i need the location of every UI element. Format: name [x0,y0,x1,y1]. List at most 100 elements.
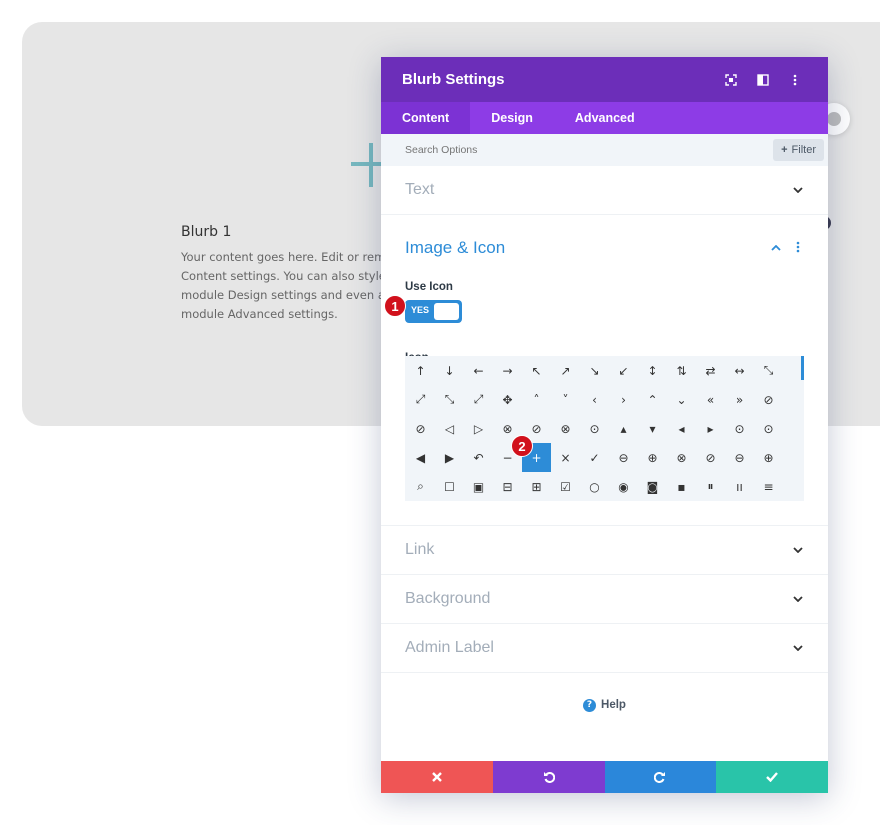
filter-button[interactable]: + Filter [773,139,824,161]
cancel-button[interactable] [381,761,493,793]
blurb-title: Blurb 1 [181,224,232,240]
blurb-body-line: module Design settings and even appl [181,288,385,302]
icon-option[interactable]: ⊕ [638,443,667,472]
icon-option[interactable]: ◁ [435,414,464,443]
undo-button[interactable] [492,761,605,793]
section-background[interactable]: Background [381,575,828,624]
chevron-down-icon [792,642,804,654]
icon-option[interactable]: ⊙ [725,414,754,443]
icon-option[interactable]: ◉ [609,472,638,501]
icon-option[interactable]: ◂ [667,414,696,443]
icon-option[interactable]: ▸ [696,414,725,443]
panel-header[interactable]: Blurb Settings [381,57,828,102]
icon-option[interactable]: ⌄ [667,385,696,414]
tab-bar: Content Design Advanced [381,102,828,134]
more-icon[interactable] [783,68,807,92]
icon-option[interactable]: ⊗ [667,443,696,472]
icon-option[interactable]: ↔ [725,356,754,385]
icon-option[interactable]: ⤢ [406,385,435,414]
icon-option[interactable]: » [725,385,754,414]
icon-option[interactable]: ‹ [580,385,609,414]
tab-design[interactable]: Design [470,102,554,134]
tab-advanced[interactable]: Advanced [554,102,656,134]
icon-option[interactable]: › [609,385,638,414]
icon-option[interactable]: ıı [725,472,754,501]
icon-option[interactable]: ▴ [609,414,638,443]
search-input[interactable] [405,144,774,156]
use-icon-label: Use Icon [405,281,453,293]
icon-option[interactable]: ⊗ [551,414,580,443]
icon-option[interactable]: ↕ [638,356,667,385]
chevron-up-icon[interactable] [770,242,782,254]
section-title: Text [405,181,435,198]
icon-option[interactable]: ˄ [522,385,551,414]
icon-picker-scrollbar[interactable] [801,356,804,380]
icon-option[interactable]: ⏸ [696,472,725,501]
icon-option[interactable]: ⇅ [667,356,696,385]
icon-option[interactable]: ✓ [580,443,609,472]
icon-option[interactable]: « [696,385,725,414]
icon-option[interactable]: ↗ [551,356,580,385]
icon-option[interactable]: ↓ [435,356,464,385]
icon-option[interactable]: ◙ [638,472,667,501]
section-link[interactable]: Link [381,526,828,575]
icon-option[interactable]: × [551,443,580,472]
icon-option[interactable]: ↶ [464,443,493,472]
icon-option[interactable]: ⤡ [435,385,464,414]
icon-option[interactable]: ☑ [551,472,580,501]
save-button[interactable] [716,761,828,793]
section-more-icon[interactable] [792,241,804,256]
icon-option[interactable]: ○ [580,472,609,501]
section-title: Background [405,590,491,607]
icon-option[interactable]: ▷ [464,414,493,443]
icon-option[interactable]: ✥ [493,385,522,414]
icon-option[interactable]: ▪ [667,472,696,501]
icon-option[interactable]: ⊖ [609,443,638,472]
blurb-body-line: Your content goes here. Edit or remove [181,250,385,264]
icon-option[interactable]: ⌕ [406,472,435,501]
icon-option[interactable]: ⊟ [493,472,522,501]
icon-option[interactable]: ⊖ [725,443,754,472]
icon-option[interactable]: ⊙ [754,414,783,443]
icon-option[interactable]: ◀ [406,443,435,472]
icon-option[interactable]: ↙ [609,356,638,385]
icon-option[interactable]: ⤢ [464,385,493,414]
split-view-icon[interactable] [751,68,775,92]
icon-option[interactable]: ⊘ [696,443,725,472]
icon-option[interactable]: ⊙ [580,414,609,443]
help-link[interactable]: ? Help [381,673,828,737]
icon-option[interactable]: ˅ [551,385,580,414]
builder-page: Blurb 1 Your content goes here. Edit or … [0,0,880,825]
icon-option[interactable]: ▶ [435,443,464,472]
section-text[interactable]: Text [381,166,828,215]
expand-icon[interactable] [719,68,743,92]
filter-label: Filter [791,144,816,156]
icon-option[interactable]: ← [464,356,493,385]
icon-option[interactable]: ≡ [754,472,783,501]
icon-option[interactable]: ↑ [406,356,435,385]
section-header[interactable]: Image & Icon [405,215,804,281]
icon-option[interactable]: ↖ [522,356,551,385]
use-icon-toggle[interactable]: YES [405,300,462,323]
icon-option[interactable]: ▾ [638,414,667,443]
icon-option[interactable]: ⌃ [638,385,667,414]
redo-button[interactable] [604,761,717,793]
close-icon [432,772,442,782]
icon-option[interactable]: ⊘ [754,385,783,414]
search-bar: + Filter [381,134,828,166]
icon-option[interactable]: ▣ [464,472,493,501]
icon-option[interactable]: ⊞ [522,472,551,501]
icon-picker: ↑ ↓ ← → ↖ ↗ ↘ ↙ ↕ ⇅ ⇄ ↔ ⤡ ⤢ ⤡ ⤢ ✥ ˄ ˅ ‹ › ⌃ ⌄ «» ⊘ ⊘ ◁ ▷ ⊗ ⊘ ⊗ ⊙ ▴ ▾ ◂ ▸ ⊙ ⊙ ◀… [405,356,804,501]
check-icon [766,772,779,782]
tab-content[interactable]: Content [381,102,471,134]
icon-option[interactable]: ↘ [580,356,609,385]
icon-option[interactable]: → [493,356,522,385]
icon-option[interactable]: ⇄ [696,356,725,385]
icon-option[interactable]: ⤡ [754,356,783,385]
section-admin-label[interactable]: Admin Label [381,624,828,673]
icon-option[interactable]: ⊘ [406,414,435,443]
section-title: Link [405,541,435,558]
icon-option[interactable]: ☐ [435,472,464,501]
blurb-body-line: module Advanced settings. [181,307,338,321]
icon-option[interactable]: ⊕ [754,443,783,472]
